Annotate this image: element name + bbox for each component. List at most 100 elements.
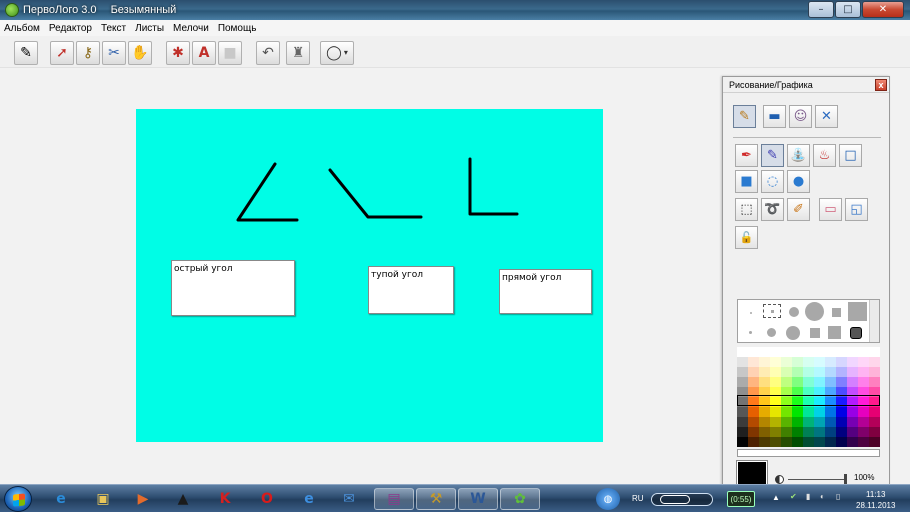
palette-swatch[interactable]: [814, 407, 825, 417]
palette-swatch[interactable]: [781, 387, 792, 397]
rect-select-button[interactable]: ⬚: [735, 198, 758, 221]
game-taskbar-icon[interactable]: ⚒: [416, 488, 456, 510]
palette-swatch[interactable]: [759, 357, 770, 367]
explorer-taskbar-icon[interactable]: ▣: [88, 488, 118, 510]
panel-close-button[interactable]: x: [875, 79, 887, 91]
menu-pages[interactable]: Листы: [131, 23, 169, 34]
tb-0[interactable]: ✎: [14, 41, 38, 65]
battery-indicator[interactable]: (0:55): [727, 491, 755, 507]
palette-swatch[interactable]: [748, 407, 759, 417]
palette-swatch[interactable]: [803, 367, 814, 377]
palette-swatch[interactable]: [836, 357, 847, 367]
brush-tool-button[interactable]: ✒: [735, 144, 758, 167]
palette-swatch[interactable]: [825, 407, 836, 417]
palette-swatch[interactable]: [759, 407, 770, 417]
palette-swatch[interactable]: [858, 437, 869, 447]
brush-size-12[interactable]: [850, 327, 862, 339]
palette-swatch[interactable]: [836, 347, 847, 357]
palette-swatch[interactable]: [814, 357, 825, 367]
tb-9[interactable]: ♜: [286, 41, 310, 65]
tb-2[interactable]: ⚷: [76, 41, 100, 65]
palette-swatch[interactable]: [825, 347, 836, 357]
filled-rect-button[interactable]: ■: [735, 170, 758, 193]
palette-swatch[interactable]: [770, 387, 781, 397]
language-indicator[interactable]: RU: [632, 494, 644, 503]
palette-swatch[interactable]: [847, 437, 858, 447]
palette-swatch[interactable]: [858, 387, 869, 397]
palette-swatch[interactable]: [847, 417, 858, 427]
palette-swatch[interactable]: [770, 397, 781, 407]
lock-button[interactable]: 🔓: [735, 226, 758, 249]
palette-swatch[interactable]: [770, 427, 781, 437]
palette-swatch[interactable]: [737, 407, 748, 417]
palette-swatch[interactable]: [737, 377, 748, 387]
palette-swatch[interactable]: [836, 407, 847, 417]
start-button[interactable]: [4, 486, 32, 512]
palette-swatch[interactable]: [759, 427, 770, 437]
palette-swatch[interactable]: [770, 407, 781, 417]
media-player-taskbar-icon[interactable]: ▶: [128, 488, 158, 510]
palette-swatch[interactable]: [781, 407, 792, 417]
palette-swatch[interactable]: [781, 437, 792, 447]
palette-swatch[interactable]: [869, 377, 880, 387]
palette-swatch[interactable]: [814, 427, 825, 437]
palette-swatch[interactable]: [748, 397, 759, 407]
spray-button[interactable]: ♨: [813, 144, 836, 167]
palette-swatch[interactable]: [836, 417, 847, 427]
palette-swatch[interactable]: [737, 387, 748, 397]
palette-swatch[interactable]: [770, 367, 781, 377]
acute-angle-textbox[interactable]: острый угол: [171, 260, 295, 316]
palette-swatch[interactable]: [781, 357, 792, 367]
rectangle-tool-button[interactable]: □: [839, 144, 862, 167]
palette-swatch[interactable]: [858, 377, 869, 387]
palette-swatch[interactable]: [825, 387, 836, 397]
palette-swatch[interactable]: [770, 417, 781, 427]
palette-swatch[interactable]: [737, 357, 748, 367]
palette-swatch[interactable]: [792, 377, 803, 387]
palette-swatch[interactable]: [825, 437, 836, 447]
brush-size-8[interactable]: [767, 328, 776, 337]
brush-size-4[interactable]: [805, 302, 824, 321]
brush-size-3[interactable]: [789, 307, 799, 317]
palette-swatch[interactable]: [869, 397, 880, 407]
palette-swatch[interactable]: [803, 357, 814, 367]
palette-swatch[interactable]: [825, 377, 836, 387]
palette-swatch[interactable]: [759, 437, 770, 447]
palette-swatch[interactable]: [869, 427, 880, 437]
lasso-button[interactable]: ➰: [761, 198, 784, 221]
eyedropper-button[interactable]: ✐: [787, 198, 810, 221]
palette-swatch[interactable]: [792, 357, 803, 367]
palette-swatch[interactable]: [803, 417, 814, 427]
brush-size-1[interactable]: [750, 312, 752, 314]
tb-6[interactable]: A: [192, 41, 216, 65]
drawing-page[interactable]: острый угол тупой угол прямой угол: [136, 109, 603, 442]
palette-swatch[interactable]: [858, 417, 869, 427]
palette-swatch[interactable]: [781, 377, 792, 387]
palette-swatch[interactable]: [759, 367, 770, 377]
palette-swatch[interactable]: [825, 357, 836, 367]
page-button[interactable]: ◱: [845, 198, 868, 221]
tb-7[interactable]: ■: [218, 41, 242, 65]
palette-swatch[interactable]: [847, 357, 858, 367]
palette-swatch[interactable]: [858, 347, 869, 357]
palette-swatch[interactable]: [792, 417, 803, 427]
brush-size-6[interactable]: [848, 302, 867, 321]
palette-swatch[interactable]: [825, 367, 836, 377]
brush-size-7[interactable]: [749, 331, 752, 334]
palette-swatch[interactable]: [737, 397, 748, 407]
palette-swatch[interactable]: [814, 397, 825, 407]
palette-swatch[interactable]: [792, 387, 803, 397]
palette-swatch[interactable]: [836, 427, 847, 437]
palette-swatch[interactable]: [825, 417, 836, 427]
palette-swatch[interactable]: [781, 397, 792, 407]
tb-10[interactable]: ◯ ▾: [320, 41, 354, 65]
palette-swatch[interactable]: [792, 427, 803, 437]
palette-swatch[interactable]: [770, 347, 781, 357]
brush-size-9[interactable]: [786, 326, 800, 340]
palette-swatch[interactable]: [748, 417, 759, 427]
word-taskbar-icon[interactable]: W: [458, 488, 498, 510]
palette-swatch[interactable]: [847, 387, 858, 397]
palette-swatch[interactable]: [770, 357, 781, 367]
watering-can-button[interactable]: ⛲: [787, 144, 810, 167]
palette-swatch[interactable]: [792, 407, 803, 417]
